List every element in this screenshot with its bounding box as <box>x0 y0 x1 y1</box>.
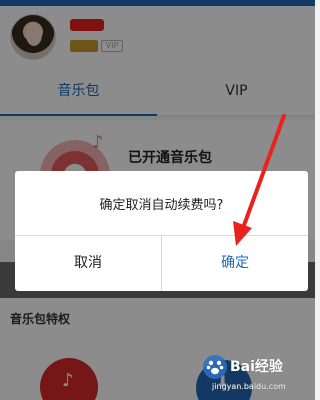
confirm-button[interactable]: 确定 <box>162 236 308 291</box>
confirm-dialog: 确定取消自动续费吗? 取消 确定 <box>15 171 308 291</box>
baidu-watermark: Bai经验 jingyan.baidu.com <box>202 352 312 398</box>
dialog-message: 确定取消自动续费吗? <box>99 198 224 213</box>
cancel-button[interactable]: 取消 <box>15 236 161 291</box>
baidu-paw-icon <box>203 355 227 379</box>
watermark-url: jingyan.baidu.com <box>212 382 286 391</box>
watermark-brand: Bai经验 <box>230 359 283 375</box>
